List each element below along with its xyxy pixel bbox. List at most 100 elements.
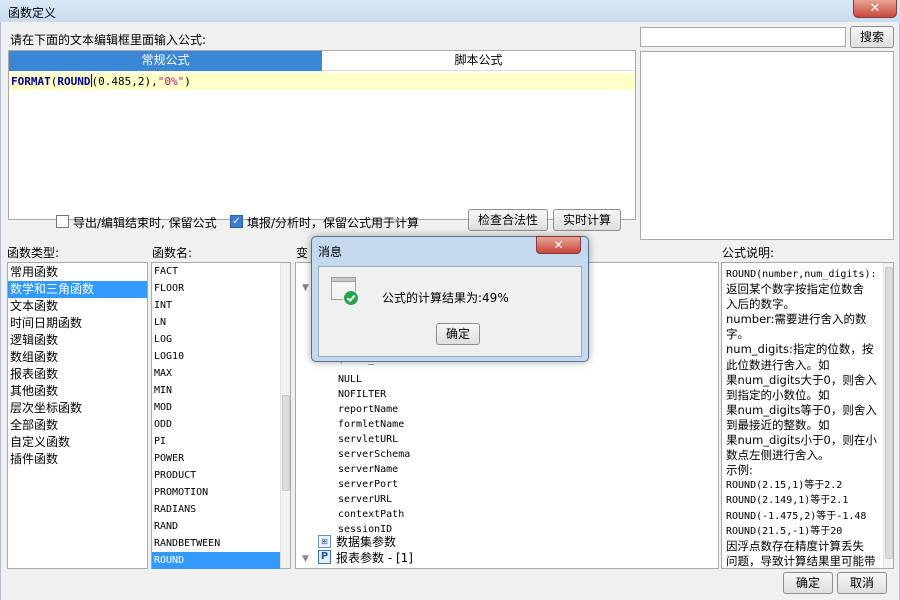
variable-item[interactable]: contextPath (338, 507, 410, 522)
description-line: 到最接近的整数。如 (726, 417, 830, 432)
function-item[interactable]: RAND (152, 518, 290, 535)
category-item[interactable]: 自定义函数 (8, 434, 147, 451)
function-item[interactable]: FACT (152, 263, 290, 280)
keep-on-fill-checkbox[interactable]: ✓ (230, 215, 243, 228)
dataset-params-node[interactable]: 数据集参数 (336, 533, 396, 550)
function-item[interactable]: PI (152, 433, 290, 450)
function-list-scrollbar[interactable] (280, 263, 290, 568)
function-label: 函数名: (152, 246, 193, 260)
function-item[interactable]: POWER (152, 450, 290, 467)
dataset-params-icon: ⊞ (318, 535, 331, 548)
description-line: ROUND(number,num_digits): (726, 269, 877, 280)
variable-item[interactable]: serverName (338, 462, 410, 477)
formula-editor[interactable]: 常规公式 脚本公式 FORMAT(ROUND(0.485,2),"0%") (8, 50, 636, 220)
description-line: 入后的数字。 (726, 297, 795, 312)
search-results[interactable] (640, 51, 894, 240)
description-line: number:需要进行舍入的数 (726, 312, 867, 327)
message-dialog: 消息 ✕ 公式的计算结果为:49% 确定 (311, 236, 589, 362)
dialog-close-button[interactable]: ✕ (536, 236, 581, 254)
description-line: 数点左侧进行舍入。 (726, 448, 830, 463)
function-list-scroll-thumb[interactable] (282, 395, 290, 491)
function-item[interactable]: RADIANS (152, 501, 290, 518)
category-item[interactable]: 插件函数 (8, 451, 147, 468)
tab-normal-formula[interactable]: 常规公式 (9, 51, 322, 71)
keep-on-export-label: 导出/编辑结束时, 保留公式 (73, 216, 217, 230)
dialog-body: 公式的计算结果为:49% 确定 (318, 266, 582, 357)
report-params-expand-icon[interactable]: ▼ (302, 554, 309, 564)
window-titlebar: 函数定义 (0, 0, 900, 22)
category-item[interactable]: 报表函数 (8, 366, 147, 383)
dialog-message: 公式的计算结果为:49% (382, 291, 509, 305)
description-line: ROUND(2.15,1)等于2.2 (726, 480, 843, 492)
category-item[interactable]: 逻辑函数 (8, 332, 147, 349)
description-scrollbar[interactable] (883, 263, 893, 568)
description-line: 果num_digits小于0，则在小 (726, 433, 877, 448)
variable-item[interactable]: NOFILTER (338, 387, 410, 402)
category-item-selected[interactable]: 数学和三角函数 (8, 281, 147, 298)
description-line: ROUND(-1.475,2)等于-1.48 (726, 510, 867, 522)
variable-item[interactable]: serverPort (338, 477, 410, 492)
function-item[interactable]: LOG (152, 331, 290, 348)
function-item[interactable]: INT (152, 297, 290, 314)
function-item[interactable]: PRODUCT (152, 467, 290, 484)
ok-button[interactable]: 确定 (783, 572, 833, 594)
variable-item[interactable]: NULL (338, 372, 410, 387)
formula-fn-round: ROUND (57, 75, 91, 88)
variable-item[interactable]: serverURL (338, 492, 410, 507)
search-input[interactable] (640, 27, 846, 47)
variables-label: 变 (296, 246, 309, 260)
description-line: 果num_digits大于0，则舍入 (726, 372, 877, 387)
function-item[interactable]: MIN (152, 382, 290, 399)
function-item[interactable]: MAX (152, 365, 290, 382)
category-item[interactable]: 全部函数 (8, 417, 147, 434)
category-list[interactable]: 常用函数 数学和三角函数 文本函数 时间日期函数 逻辑函数 数组函数 报表函数 … (7, 262, 148, 569)
variable-item[interactable]: reportName (338, 402, 410, 417)
function-item[interactable]: ODD (152, 416, 290, 433)
category-item[interactable]: 其他函数 (8, 383, 147, 400)
keep-on-export-checkbox[interactable] (56, 215, 69, 228)
function-item[interactable]: PROMOTION (152, 484, 290, 501)
function-item[interactable]: LOG10 (152, 348, 290, 365)
report-params-node[interactable]: 报表参数 - [1] (336, 549, 413, 566)
category-label: 函数类型: (7, 246, 60, 260)
category-item[interactable]: 数组函数 (8, 349, 147, 366)
category-item[interactable]: 文本函数 (8, 298, 147, 315)
variable-list: NULL NOFILTER reportName formletName ser… (338, 372, 410, 537)
description-panel: ROUND(number,num_digits): 返回某个数字按指定位数舍 入后的… (721, 262, 894, 569)
info-success-icon (331, 276, 359, 306)
description-line: 问题，导致计算结果里可能带 (726, 553, 876, 568)
function-item[interactable]: LN (152, 314, 290, 331)
variable-item[interactable]: serverSchema (338, 447, 410, 462)
category-item[interactable]: 层次坐标函数 (8, 400, 147, 417)
formula-line[interactable]: FORMAT(ROUND(0.485,2),"0%") (9, 73, 635, 90)
category-item[interactable]: 时间日期函数 (8, 315, 147, 332)
function-item[interactable]: FLOOR (152, 280, 290, 297)
category-item[interactable]: 常用函数 (8, 264, 147, 281)
function-item-selected[interactable]: ROUND (152, 552, 280, 569)
description-line: 字。 (726, 327, 749, 342)
description-line: ROUND(2.149,1)等于2.1 (726, 495, 849, 507)
cancel-button[interactable]: 取消 (837, 572, 887, 594)
dialog-title: 消息 (318, 245, 343, 259)
function-list[interactable]: FACT FLOOR INT LN LOG LOG10 MAX MIN MOD … (151, 262, 291, 569)
function-item[interactable]: MOD (152, 399, 290, 416)
tree-expand-icon[interactable]: ▼ (302, 283, 309, 293)
description-line: 因浮点数存在精度计算丢失 (726, 538, 864, 553)
realtime-calc-button[interactable]: 实时计算 (553, 209, 621, 231)
description-scroll-thumb[interactable] (885, 267, 893, 559)
window-title: 函数定义 (8, 6, 57, 20)
function-item[interactable]: RANDBETWEEN (152, 535, 290, 552)
formula-close: ) (184, 75, 191, 88)
tab-script-formula[interactable]: 脚本公式 (322, 51, 635, 71)
variable-item[interactable]: servletURL (338, 432, 410, 447)
window-close-button[interactable]: ✕ (853, 0, 897, 18)
check-validity-button[interactable]: 检查合法性 (468, 209, 548, 231)
formula-string: "0%" (157, 75, 185, 88)
dialog-ok-button[interactable]: 确定 (436, 323, 480, 345)
description-line: num_digits:指定的位数，按 (726, 342, 874, 357)
variable-item[interactable]: formletName (338, 417, 410, 432)
editor-prompt: 请在下面的文本编辑框里面输入公式: (10, 33, 207, 47)
search-button[interactable]: 搜索 (850, 26, 894, 48)
formula-fn-format: FORMAT (11, 75, 51, 88)
description-text: ROUND(number,num_digits): 返回某个数字按指定位数舍 入后的… (726, 267, 884, 568)
